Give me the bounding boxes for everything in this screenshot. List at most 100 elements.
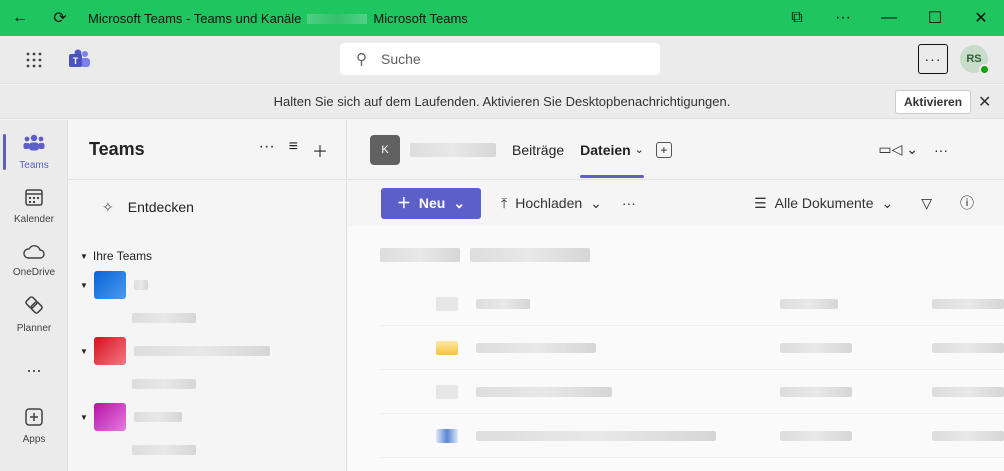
maximize-icon[interactable]: ☐ [912, 0, 958, 36]
main-content: K Beiträge Dateien ⌄ + ▭◁ ⌄ ··· ＋ Neu ⌄ … [348, 120, 1004, 471]
add-tab-icon[interactable]: + [655, 141, 672, 158]
window-title-suffix: Microsoft Teams [373, 10, 468, 26]
filter-icon[interactable]: ≡ [289, 138, 298, 162]
tab-posts[interactable]: Beiträge [512, 120, 564, 180]
list-item[interactable] [380, 370, 1004, 414]
redacted-text [132, 445, 196, 455]
section-your-teams[interactable]: ▼ Ihre Teams [68, 244, 346, 268]
channel-item[interactable] [68, 302, 346, 334]
search-icon: ⚲ [356, 51, 367, 68]
new-label: Neu [418, 195, 446, 211]
presence-available-icon [979, 64, 990, 75]
toolbar-more-icon[interactable]: ··· [622, 195, 636, 211]
tab-label: Beiträge [512, 141, 565, 158]
add-icon[interactable]: ＋ [312, 138, 328, 162]
rail-item-label: Apps [22, 433, 46, 445]
redacted-text [133, 280, 148, 290]
notification-banner: Halten Sie sich auf dem Laufenden. Aktiv… [0, 85, 1004, 119]
app-launcher-icon[interactable] [0, 51, 68, 69]
rail-item-more[interactable]: ... [0, 342, 68, 394]
upload-button[interactable]: ⤒ Hochladen ⌄ [501, 195, 602, 212]
upload-icon: ⤒ [501, 194, 508, 211]
redacted-text [476, 430, 716, 441]
rail-item-onedrive[interactable]: OneDrive [0, 234, 68, 286]
discover-item[interactable]: ✧ Entdecken [68, 180, 346, 234]
redacted-text [476, 386, 612, 397]
avatar-initials: RS [966, 53, 982, 65]
new-button[interactable]: ＋ Neu ⌄ [381, 187, 481, 219]
redacted-text [380, 248, 460, 262]
tab-files[interactable]: Dateien ⌄ [580, 120, 644, 180]
discover-label: Entdecken [127, 199, 194, 215]
channel-more-icon[interactable]: ··· [934, 142, 948, 158]
settings-more-button[interactable]: ··· [918, 44, 948, 74]
teams-icon [23, 134, 45, 157]
rail-item-teams[interactable]: Teams [0, 126, 68, 178]
app-header: T ⚲ Suche ··· RS [0, 36, 1004, 84]
team-item[interactable]: ▼ [68, 400, 346, 434]
svg-text:T: T [73, 56, 79, 66]
activate-notifications-button[interactable]: Aktivieren [895, 90, 972, 114]
redacted-text [133, 412, 182, 422]
search-placeholder: Suche [381, 51, 421, 67]
window-more-icon[interactable]: ··· [820, 0, 866, 36]
redacted-text [132, 313, 196, 323]
filter-icon[interactable]: ▽ [921, 195, 932, 212]
back-arrow-icon[interactable]: ← [0, 0, 40, 36]
redacted-text [410, 142, 496, 157]
team-item[interactable]: ▼ [68, 268, 346, 302]
panel-header: Teams ··· ≡ ＋ [68, 120, 346, 180]
team-item[interactable]: ▼ [68, 334, 346, 368]
rail-item-planner[interactable]: Planner [0, 288, 68, 340]
close-window-icon[interactable]: ✕ [958, 0, 1004, 36]
title-bar: ← ⟳ Microsoft Teams - Teams und Kanäle Mi… [0, 0, 1004, 36]
rail-item-calendar[interactable]: Kalender [0, 180, 68, 232]
channel-avatar: K [370, 134, 400, 165]
chevron-down-icon: ▼ [80, 346, 88, 356]
window-title-prefix: Microsoft Teams - Teams und Kanäle [88, 10, 302, 26]
window-title: Microsoft Teams - Teams und Kanäle Micros… [88, 11, 468, 26]
list-item[interactable] [380, 414, 1004, 458]
team-avatar [93, 271, 126, 299]
close-icon[interactable]: ✕ [978, 92, 991, 112]
info-icon[interactable]: ⓘ [960, 193, 974, 213]
chevron-down-icon: ▼ [80, 280, 88, 290]
minimize-icon[interactable]: — [866, 0, 912, 36]
redacted-text [133, 346, 270, 356]
panel-more-icon[interactable]: ··· [259, 138, 275, 162]
cloud-icon [23, 243, 45, 264]
rail-item-label: Planner [16, 322, 52, 334]
sparkle-icon: ✧ [102, 198, 114, 215]
list-item[interactable] [380, 326, 1004, 370]
redacted-text [132, 379, 196, 389]
avatar[interactable]: RS [960, 45, 990, 75]
folder-icon [436, 340, 458, 355]
rail-item-apps[interactable]: Apps [0, 400, 68, 452]
plus-icon: ＋ [396, 195, 411, 211]
search-input[interactable]: ⚲ Suche [340, 43, 660, 75]
video-call-icon[interactable]: ▭◁ ⌄ [878, 141, 918, 158]
redacted-text [476, 298, 530, 309]
teams-logo-icon: T [68, 49, 92, 71]
panel-title: Teams [89, 139, 145, 159]
redacted-text [932, 430, 1004, 441]
team-avatar [93, 403, 126, 431]
upload-label: Hochladen [515, 195, 583, 211]
list-icon: ☰ [754, 194, 767, 211]
refresh-icon[interactable]: ⟳ [40, 0, 80, 36]
channel-item[interactable] [68, 368, 346, 400]
channel-item[interactable] [68, 434, 346, 466]
view-label: Alle Dokumente [774, 195, 874, 211]
team-avatar [93, 337, 126, 365]
redacted-text [932, 298, 1004, 309]
view-selector[interactable]: ☰ Alle Dokumente ⌄ [754, 195, 893, 212]
apps-icon [25, 407, 43, 431]
chevron-down-icon: ⌄ [634, 144, 644, 156]
banner-message: Halten Sie sich auf dem Laufenden. Aktiv… [273, 94, 731, 109]
redacted-text [780, 386, 852, 397]
pip-icon[interactable]: ⧉ [774, 0, 820, 36]
list-item[interactable] [380, 282, 1004, 326]
chevron-down-icon: ⌄ [881, 194, 894, 211]
chevron-down-icon: ▼ [80, 412, 88, 422]
redacted-text [780, 430, 852, 441]
